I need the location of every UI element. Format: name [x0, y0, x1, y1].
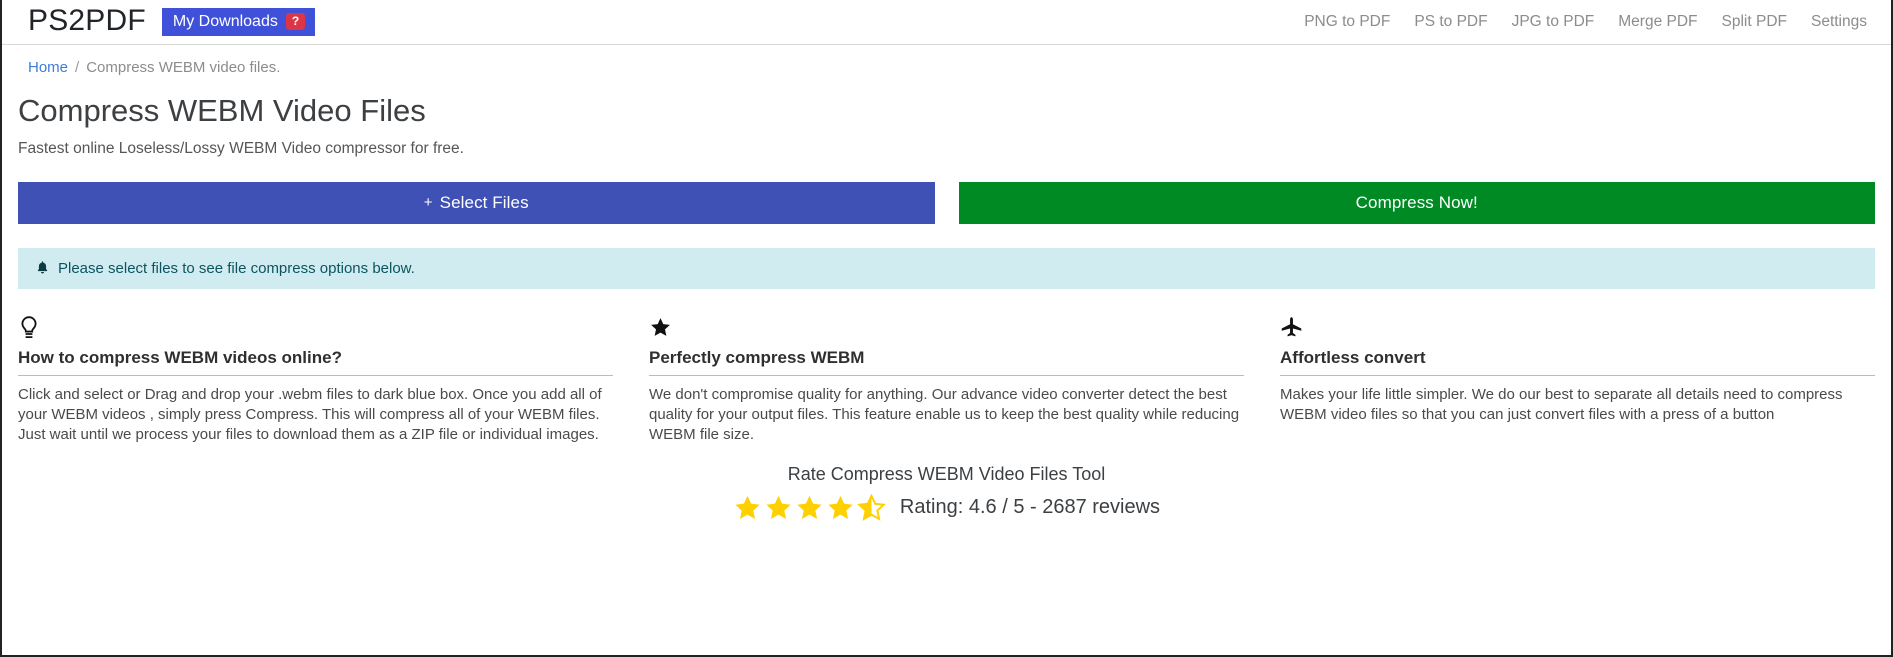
my-downloads-label: My Downloads	[172, 12, 278, 30]
feature-body: We don't compromise quality for anything…	[649, 385, 1240, 444]
info-alert-message: Please select files to see file compress…	[58, 259, 415, 277]
feature-title: Affortless convert	[1280, 348, 1875, 376]
compress-now-label: Compress Now!	[1355, 192, 1478, 212]
breadcrumb: Home / Compress WEBM video files.	[2, 45, 1891, 76]
airplane-icon	[1280, 316, 1875, 342]
breadcrumb-separator: /	[75, 59, 80, 76]
brand-logo[interactable]: PS2PDF	[28, 6, 146, 38]
feature-title: How to compress WEBM videos online?	[18, 348, 613, 376]
my-downloads-button[interactable]: My Downloads ?	[161, 8, 316, 36]
feature-body: Click and select or Drag and drop your .…	[18, 385, 602, 444]
page-subtitle: Fastest online Loseless/Lossy WEBM Video…	[18, 139, 464, 157]
rating-section: Rate Compress WEBM Video Files Tool Rati…	[2, 464, 1891, 522]
rating-title: Rate Compress WEBM Video Files Tool	[787, 463, 1106, 484]
help-badge-icon[interactable]: ?	[285, 13, 306, 30]
feature-how-to-compress: How to compress WEBM videos online? Clic…	[18, 315, 613, 446]
feature-body: Makes your life little simpler. We do ou…	[1280, 385, 1843, 424]
rating-row: Rating: 4.6 / 5 - 2687 reviews	[2, 493, 1891, 522]
breadcrumb-home-link[interactable]: Home	[28, 59, 68, 76]
feature-affortless-convert: Affortless convert Makes your life littl…	[1280, 316, 1875, 446]
breadcrumb-current: Compress WEBM video files.	[86, 59, 281, 76]
star-rating-control[interactable]	[733, 493, 886, 522]
star-icon-4[interactable]	[826, 494, 855, 522]
star-icon-3[interactable]	[795, 494, 824, 522]
feature-columns: How to compress WEBM videos online? Clic…	[18, 315, 1875, 446]
compress-now-button[interactable]: Compress Now!	[958, 181, 1875, 224]
bell-icon	[36, 260, 49, 276]
nav-link-jpg-to-pdf[interactable]: JPG to PDF	[1512, 13, 1595, 31]
nav-link-settings[interactable]: Settings	[1811, 13, 1867, 31]
lightbulb-icon	[18, 315, 613, 342]
feature-title: Perfectly compress WEBM	[649, 348, 1244, 376]
plus-icon: +	[423, 194, 433, 212]
star-icon-1[interactable]	[733, 494, 762, 522]
info-alert: Please select files to see file compress…	[18, 247, 1875, 289]
select-files-button[interactable]: + Select Files	[18, 181, 935, 224]
nav-link-ps-to-pdf[interactable]: PS to PDF	[1414, 13, 1487, 31]
nav-link-png-to-pdf[interactable]: PNG to PDF	[1304, 13, 1390, 31]
star-icon	[649, 316, 1244, 342]
rating-summary-text: Rating: 4.6 / 5 - 2687 reviews	[899, 496, 1161, 519]
action-button-row: + Select Files Compress Now!	[18, 181, 1875, 224]
nav-link-merge-pdf[interactable]: Merge PDF	[1618, 13, 1697, 31]
page-title: Compress WEBM Video Files	[18, 93, 426, 128]
star-icon-2[interactable]	[764, 494, 793, 522]
top-navigation-bar: PS2PDF My Downloads ? PNG to PDF PS to P…	[2, 0, 1891, 45]
select-files-label: Select Files	[439, 192, 529, 212]
primary-nav: PNG to PDF PS to PDF JPG to PDF Merge PD…	[1304, 13, 1867, 31]
star-half-icon-5[interactable]	[857, 493, 886, 522]
nav-link-split-pdf[interactable]: Split PDF	[1722, 13, 1787, 31]
feature-perfectly-compress: Perfectly compress WEBM We don't comprom…	[649, 316, 1244, 446]
